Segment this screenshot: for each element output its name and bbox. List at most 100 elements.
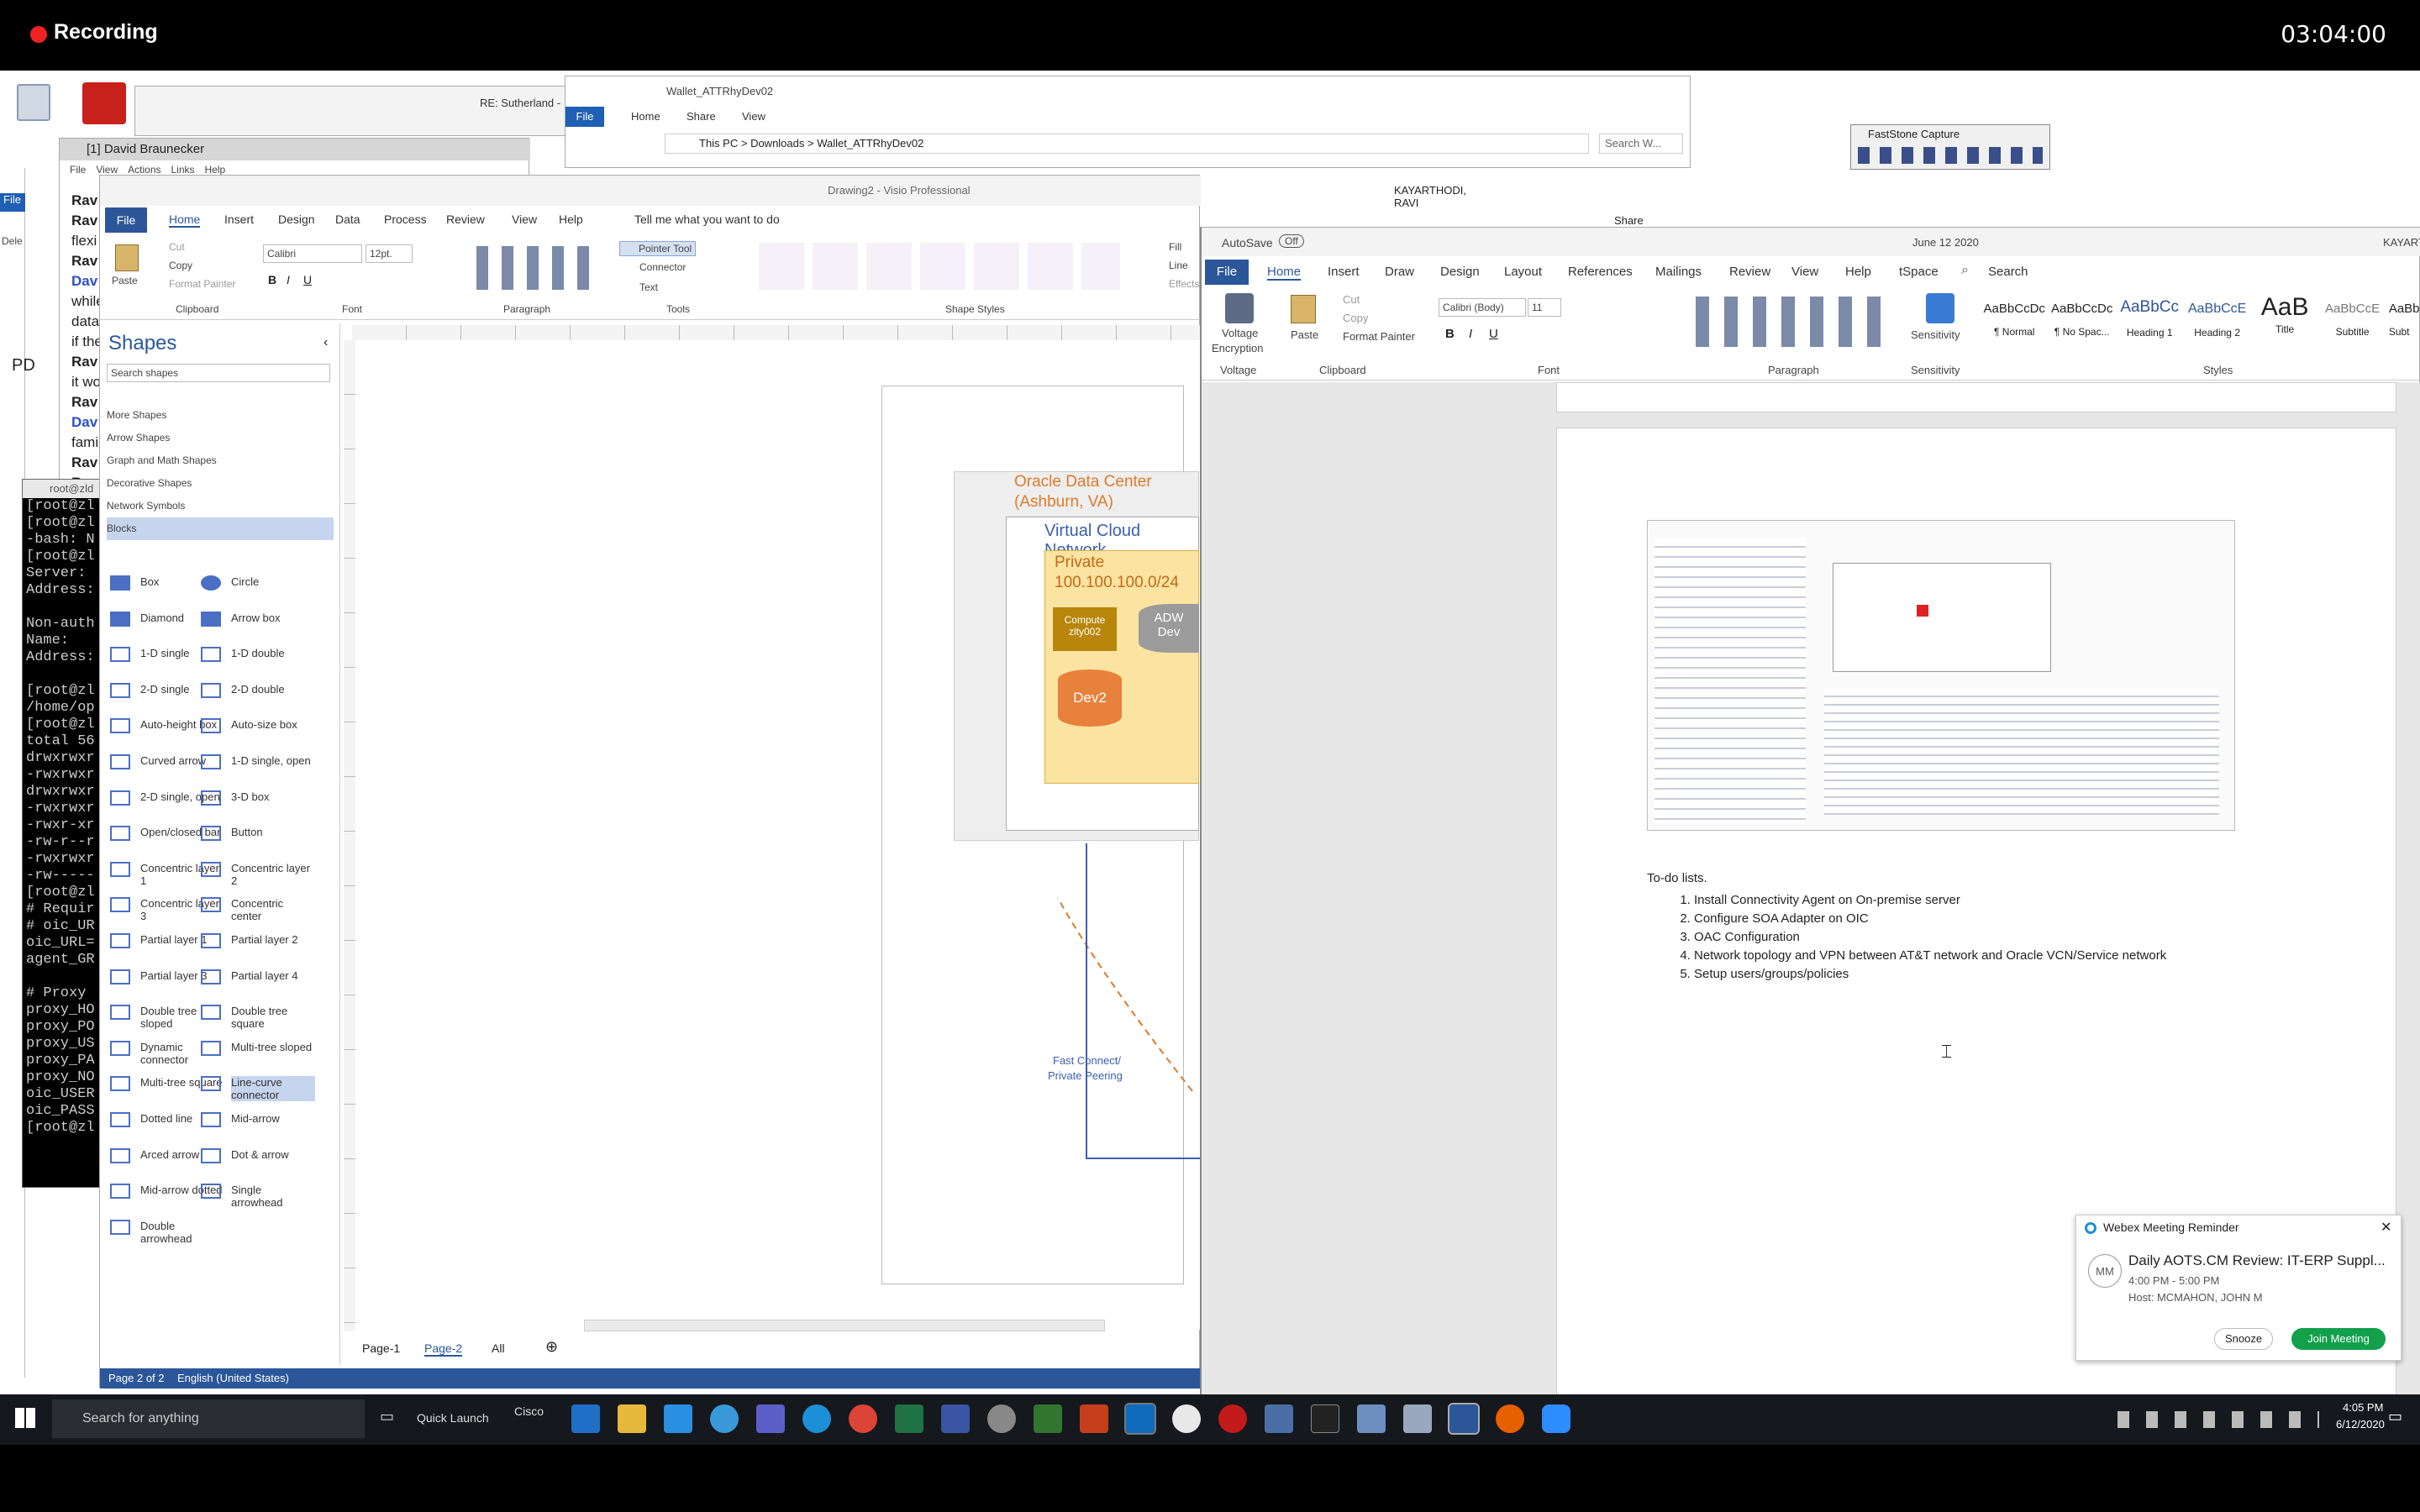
teams-icon[interactable] [756, 1404, 785, 1433]
shape-stencil-item[interactable]: 2-D double [201, 682, 315, 698]
webex-taskbar-icon[interactable] [802, 1404, 831, 1433]
word-bold-button[interactable]: B [1445, 327, 1455, 341]
shape-stencil-item[interactable]: Line-curve connector [201, 1076, 315, 1102]
word-tab-references[interactable]: References [1568, 265, 1633, 279]
mail-menu-actions[interactable]: Actions [128, 164, 160, 176]
style-heading-1[interactable]: AaBbCc Heading 1 [2118, 293, 2181, 349]
file-explorer-icon[interactable] [618, 1404, 646, 1433]
word-tab-draw[interactable]: Draw [1385, 265, 1414, 279]
word-paste-icon[interactable] [1291, 295, 1316, 323]
visio-tell-me[interactable]: Tell me what you want to do [634, 213, 780, 226]
explorer-search[interactable]: Search W... [1599, 134, 1683, 154]
voltage-label-1[interactable]: Voltage [1222, 327, 1258, 339]
add-page-icon[interactable]: ⊕ [545, 1338, 558, 1356]
explorer-file-tab[interactable]: File [566, 107, 604, 127]
mail-menu-links[interactable]: Links [171, 164, 195, 176]
left-delete[interactable]: Dele [2, 235, 23, 247]
visio-effects-button[interactable]: Effects [1169, 278, 1199, 290]
shape-category-arrow[interactable]: Arrow Shapes [107, 427, 334, 449]
shape-category-blocks[interactable]: Blocks [107, 517, 334, 540]
style-heading-2[interactable]: AaBbCcE Heading 2 [2186, 293, 2248, 349]
webex-snooze-button[interactable]: Snooze [2214, 1328, 2273, 1350]
breadcrumb-wallet[interactable]: Wallet_ATTRhyDev02 [817, 137, 923, 150]
adw-node[interactable]: ADW Dev [1139, 604, 1199, 653]
embedded-screenshot-image[interactable] [1647, 520, 2235, 831]
visio-copy[interactable]: Copy [169, 260, 192, 271]
notification-icon[interactable]: ▭ [2388, 1408, 2402, 1425]
visio-shape-styles-gallery[interactable] [759, 243, 1120, 290]
word-font-size[interactable]: 11 [1528, 298, 1561, 317]
visio-tab-process[interactable]: Process [384, 213, 427, 226]
edge-legacy-icon[interactable] [571, 1404, 600, 1433]
shape-stencil-item[interactable]: Partial layer 2 [201, 933, 315, 948]
visio-paste-icon[interactable] [115, 244, 139, 271]
visio-tab-view[interactable]: View [512, 213, 537, 226]
visio-line-button[interactable]: Line [1169, 260, 1188, 271]
app-gear-icon[interactable] [987, 1404, 1016, 1433]
sensitivity-icon[interactable] [1926, 293, 1954, 323]
word-tab-tspace[interactable]: tSpace [1899, 265, 1939, 279]
visio-tab-insert[interactable]: Insert [224, 213, 254, 226]
visio-tab-design[interactable]: Design [278, 213, 315, 226]
task-view-icon[interactable]: ▭ [380, 1408, 394, 1425]
explorer-tab-view[interactable]: View [742, 110, 765, 123]
zoom-icon[interactable] [1542, 1404, 1570, 1433]
shape-stencil-item[interactable]: 3-D box [201, 790, 315, 806]
word-icon[interactable] [1448, 1403, 1480, 1435]
word-styles-gallery[interactable]: AaBbCcDc ¶ Normal AaBbCcDc ¶ No Spac... Aa… [1983, 293, 2420, 349]
shape-stencil-item[interactable]: 1-D double [201, 647, 315, 663]
visio-text-tool[interactable]: Text [639, 281, 658, 293]
shape-stencil-item[interactable]: Button [201, 826, 315, 842]
firefox-icon[interactable] [1496, 1404, 1524, 1433]
shape-stencil-item[interactable]: Double tree square [201, 1005, 315, 1030]
visio-font-name[interactable]: Calibri [263, 244, 362, 263]
visio-format-painter[interactable]: Format Painter [169, 278, 235, 290]
taskbar-time[interactable]: 4:05 PM [2343, 1401, 2383, 1414]
cisco-label[interactable]: Cisco [514, 1404, 544, 1418]
dev2-database[interactable]: Dev2 [1058, 669, 1122, 727]
style-normal[interactable]: AaBbCcDc ¶ Normal [1983, 293, 2045, 349]
explorer-address-bar[interactable]: This PC > Downloads > Wallet_ATTRhyDev02 [665, 134, 1589, 154]
faststone-capture-icons[interactable] [1858, 147, 2043, 164]
visio-fill-button[interactable]: Fill [1169, 241, 1181, 253]
breadcrumb-downloads[interactable]: Downloads [750, 137, 804, 150]
shape-stencil-item[interactable]: Single arrowhead [201, 1184, 315, 1209]
word-tab-review[interactable]: Review [1729, 265, 1770, 279]
visio-tab-help[interactable]: Help [559, 213, 583, 226]
app-circle-icon[interactable] [710, 1404, 739, 1433]
explorer-tab-home[interactable]: Home [631, 110, 660, 123]
compute-node[interactable]: Compute zlty002 [1053, 607, 1117, 651]
shape-stencil-item[interactable]: Concentric layer 2 [201, 861, 315, 887]
word-tab-layout[interactable]: Layout [1504, 265, 1542, 279]
shape-stencil-item[interactable]: Auto-size box [201, 718, 315, 734]
word-search[interactable]: Search [1988, 265, 2028, 279]
visio-bold-button[interactable]: B [268, 273, 276, 286]
visio-connector-tool[interactable]: Connector [639, 261, 686, 273]
word-tab-mailings[interactable]: Mailings [1655, 265, 1702, 279]
quick-launch-label[interactable]: Quick Launch [417, 1411, 489, 1425]
shape-stencil-item[interactable]: Multi-tree sloped [201, 1040, 315, 1056]
shape-stencil-item[interactable]: Arrow box [201, 611, 315, 627]
breadcrumb-this-pc[interactable]: This PC [699, 137, 738, 150]
left-file-tab[interactable]: File [0, 193, 25, 212]
visio-hscrollbar[interactable] [584, 1320, 1105, 1331]
chrome-alt-icon[interactable] [1172, 1404, 1201, 1433]
style-subtle[interactable]: AaBbCcDc Subt [2389, 293, 2420, 349]
visio-underline-button[interactable]: U [303, 273, 312, 286]
word-copy[interactable]: Copy [1343, 312, 1368, 324]
voltage-encryption-icon[interactable] [1225, 293, 1254, 323]
shape-stencil-item[interactable]: Partial layer 4 [201, 969, 315, 984]
shape-category-more[interactable]: More Shapes [107, 404, 334, 427]
shape-stencil-item[interactable]: Mid-arrow [201, 1112, 315, 1127]
pdf-app-icon[interactable] [82, 82, 126, 124]
start-button-icon[interactable] [15, 1408, 35, 1428]
word-paste-label[interactable]: Paste [1291, 328, 1318, 341]
remote-desktop-icon[interactable] [1265, 1404, 1293, 1433]
visio-pointer-tool[interactable]: Pointer Tool [619, 241, 697, 256]
word-tab-insert[interactable]: Insert [1328, 265, 1360, 279]
visio-paragraph-icons[interactable] [476, 246, 602, 290]
shapes-search-input[interactable]: Search shapes [107, 364, 330, 382]
word-tab-help[interactable]: Help [1845, 265, 1871, 279]
style-no-spacing[interactable]: AaBbCcDc ¶ No Spac... [2050, 293, 2112, 349]
visio-tab-review[interactable]: Review [446, 213, 485, 226]
